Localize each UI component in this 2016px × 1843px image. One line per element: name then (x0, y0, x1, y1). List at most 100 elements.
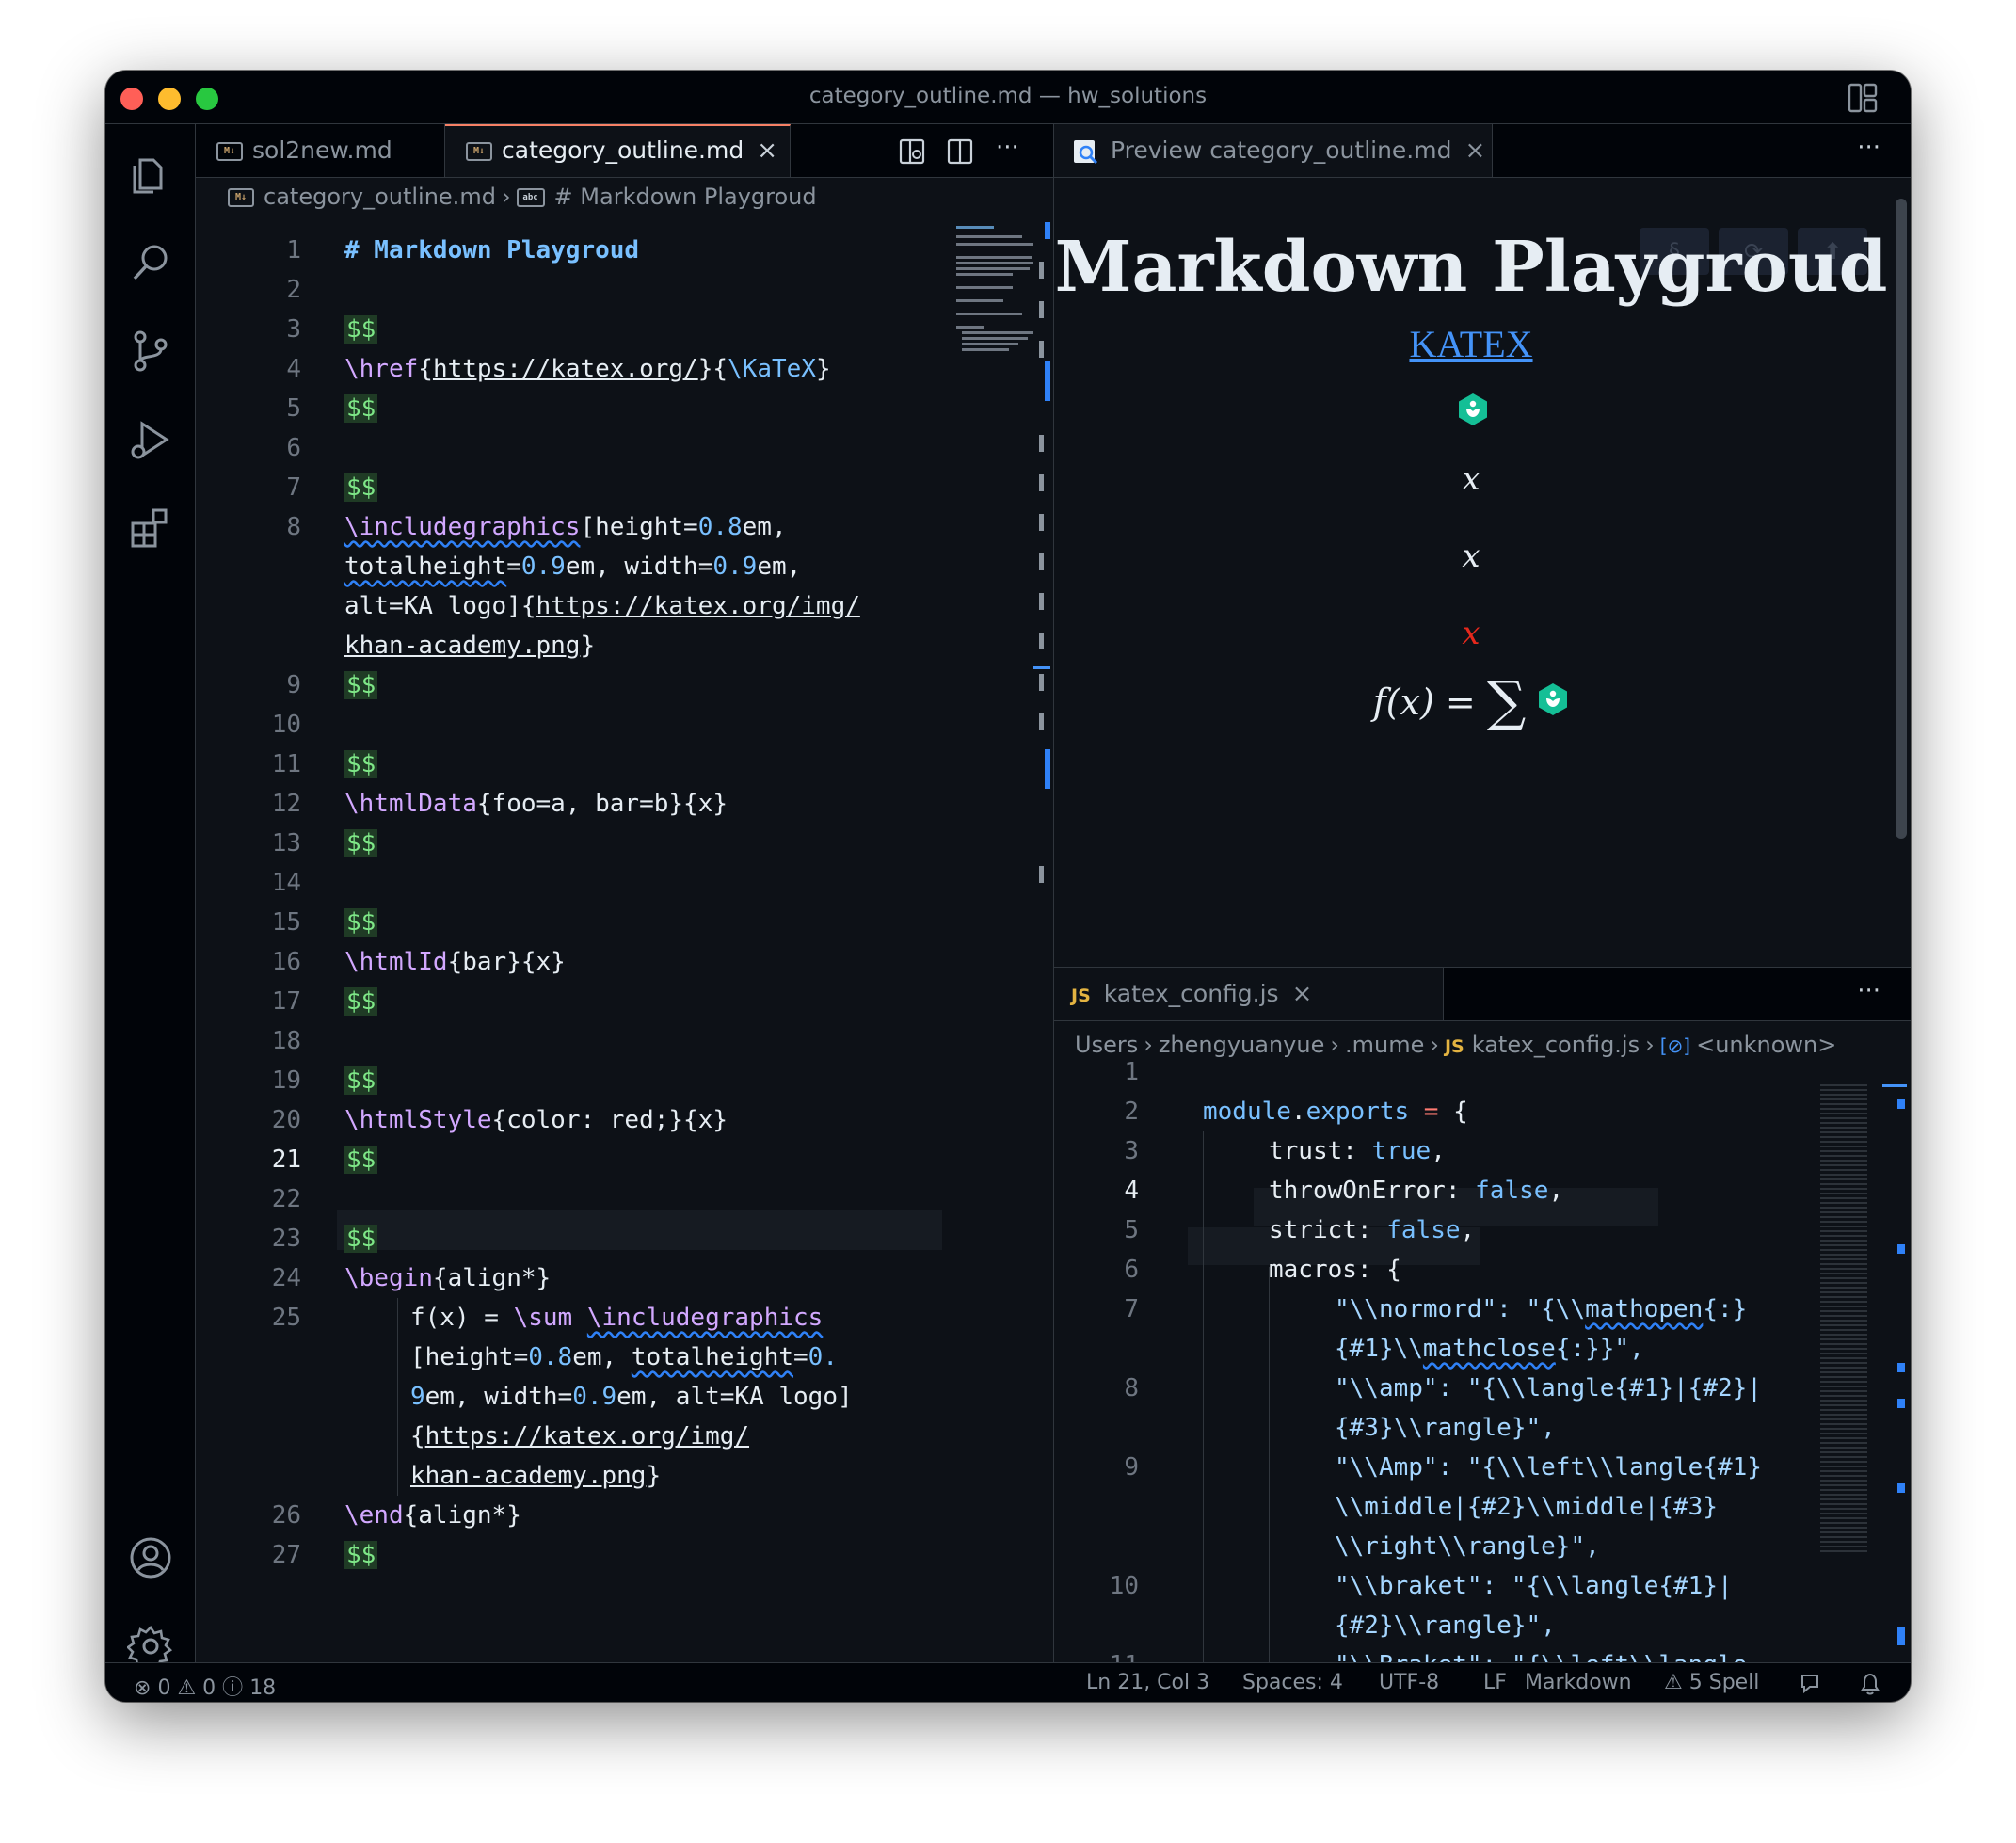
line-number: 4 (286, 355, 301, 383)
line-number: 13 (271, 829, 301, 857)
encoding[interactable]: UTF-8 (1379, 1671, 1439, 1694)
markdown-file-icon: M↓ (228, 188, 254, 207)
breadcrumb-symbol[interactable]: <unknown> (1696, 1032, 1836, 1058)
problems-indicator[interactable]: ⊗ 0 ⚠ 0 ⓘ 18 (134, 1671, 276, 1701)
code-line-25: f(x) = \sum \includegraphics (410, 1304, 824, 1332)
line-number: 8 (1124, 1374, 1139, 1402)
line-number: 3 (1124, 1137, 1139, 1165)
close-tab-icon[interactable]: × (1292, 980, 1313, 1008)
line-number: 11 (271, 750, 301, 778)
preview-heading: Markdown Playgroud (1054, 227, 1888, 308)
tab-preview[interactable]: Preview category_outline.md × (1054, 124, 1493, 177)
split-editor-icon[interactable] (946, 137, 974, 166)
breadcrumb-file[interactable]: category_outline.md (264, 184, 496, 210)
feedback-icon[interactable] (1800, 1673, 1824, 1695)
warning-icon: ⚠ (1664, 1671, 1683, 1694)
account-icon[interactable] (127, 1534, 174, 1581)
activity-bar (105, 124, 196, 1670)
overview-ruler[interactable] (1882, 1084, 1911, 1649)
code-line-19: $$ (344, 1066, 378, 1095)
end-of-line[interactable]: LF (1483, 1671, 1507, 1694)
khan-academy-logo-icon (1459, 393, 1487, 425)
code-line-21: $$ (344, 1146, 378, 1174)
line-number: 6 (286, 434, 301, 462)
close-tab-icon[interactable]: × (1464, 136, 1485, 165)
run-debug-icon[interactable] (127, 416, 174, 463)
khan-academy-logo-icon (1539, 683, 1568, 715)
line-number: 16 (271, 948, 301, 976)
line-number: 2 (286, 276, 301, 304)
markdown-file-icon: M↓ (216, 142, 243, 161)
tab-katex-config[interactable]: JS katex_config.js × (1054, 968, 1444, 1020)
line-number: 26 (271, 1501, 301, 1530)
more-actions-icon[interactable]: ··· (996, 134, 1019, 162)
line-number: 5 (1124, 1216, 1139, 1244)
indent-guide (1203, 1131, 1204, 1664)
current-line-highlight (337, 1210, 942, 1250)
tab-category-outline[interactable]: M↓ category_outline.md × (445, 124, 791, 177)
breadcrumb-file[interactable]: katex_config.js (1472, 1032, 1640, 1058)
line-number: 1 (1124, 1058, 1139, 1086)
js-code-line-7-wrap: {#1}\\mathclose{:}}", (1335, 1335, 1644, 1363)
window-title: category_outline.md — hw_solutions (808, 84, 1208, 108)
js-code-line-10-wrap: {#2}\\rangle}", (1335, 1611, 1556, 1640)
spell-check[interactable]: ⚠ 5 Spell (1664, 1671, 1759, 1694)
language-mode[interactable]: Markdown (1525, 1671, 1632, 1694)
preview-scrollbar[interactable] (1896, 199, 1907, 839)
code-line-24: \begin{align*} (344, 1264, 552, 1292)
title-bar: category_outline.md — hw_solutions (105, 71, 1911, 124)
breadcrumb-separator: › (1430, 1032, 1439, 1058)
line-number: 8 (286, 513, 301, 541)
close-tab-icon[interactable]: × (757, 136, 777, 165)
js-code-line-5: strict: false, (1269, 1216, 1476, 1244)
line-number: 10 (271, 711, 301, 739)
math-x-html-id: x (1462, 537, 1480, 575)
line-number: 27 (271, 1541, 301, 1569)
tab-sol2new[interactable]: M↓ sol2new.md (196, 124, 445, 177)
extensions-icon[interactable] (127, 505, 174, 552)
code-line-1: # Markdown Playgroud (344, 236, 640, 264)
search-icon[interactable] (127, 239, 174, 286)
line-number: 14 (271, 869, 301, 897)
source-control-icon[interactable] (127, 328, 174, 375)
katex-link[interactable]: KATEX (1054, 322, 1888, 366)
notifications-bell-icon[interactable] (1858, 1671, 1882, 1697)
more-actions-icon[interactable]: ··· (1857, 977, 1880, 1005)
open-preview-to-side-icon[interactable] (898, 137, 926, 166)
code-line-16: \htmlId{bar}{x} (344, 948, 566, 976)
indent-guide (397, 1298, 398, 1496)
status-bar: ⊗ 0 ⚠ 0 ⓘ 18 Ln 21, Col 3 Spaces: 4 UTF-… (105, 1662, 1911, 1702)
minimap[interactable] (949, 222, 1037, 486)
code-line-12: \htmlData{foo=a, bar=b}{x} (344, 790, 728, 818)
text-symbol-icon: abc (516, 188, 545, 207)
breadcrumb-mume[interactable]: .mume (1345, 1032, 1424, 1058)
js-code-line-7: "\\normord": "{\\mathopen{:} (1335, 1295, 1748, 1323)
line-number: 5 (286, 394, 301, 423)
code-line-8-wrap-2: alt=KA logo]{https://katex.org/img/ (344, 592, 860, 620)
line-number: 18 (271, 1027, 301, 1055)
code-line-9: $$ (344, 671, 378, 699)
explorer-icon[interactable] (127, 151, 174, 198)
minimap[interactable] (1816, 1084, 1875, 1555)
indentation[interactable]: Spaces: 4 (1242, 1671, 1343, 1694)
javascript-file-icon: JS (1071, 986, 1091, 1006)
code-line-23: $$ (344, 1225, 378, 1253)
line-number: 23 (271, 1225, 301, 1253)
customize-layout-icon[interactable] (1847, 82, 1879, 114)
breadcrumb-symbol[interactable]: # Markdown Playgroud (554, 184, 817, 210)
code-line-8-wrap-1: totalheight=0.9em, width=0.9em, (344, 553, 802, 581)
overview-ruler[interactable] (1033, 222, 1050, 1352)
js-code-line-9: "\\Amp": "{\\left\\langle{#1} (1335, 1453, 1762, 1482)
code-line-27: $$ (344, 1541, 378, 1569)
js-code-line-9-wrap-2: \\right\\rangle}", (1335, 1532, 1600, 1561)
markdown-preview: § ⟳ ⬆ Markdown Playgroud KATEX x x x f(x… (1054, 178, 1911, 966)
markdown-file-icon: M↓ (466, 142, 492, 161)
math-formula-sum: f(x) = ∑ (1054, 669, 1888, 733)
cursor-position[interactable]: Ln 21, Col 3 (1086, 1671, 1209, 1694)
js-editor-group: JS katex_config.js × ··· Users › zhengyuanyu… (1054, 967, 1911, 1679)
warning-icon: ⚠ (177, 1676, 197, 1700)
js-code-line-9-wrap-1: \\middle|{#2}\\middle|{#3} (1335, 1493, 1718, 1521)
breadcrumb-user[interactable]: zhengyuanyue (1159, 1032, 1325, 1058)
breadcrumb-separator: › (1645, 1032, 1655, 1058)
more-actions-icon[interactable]: ··· (1857, 134, 1880, 162)
